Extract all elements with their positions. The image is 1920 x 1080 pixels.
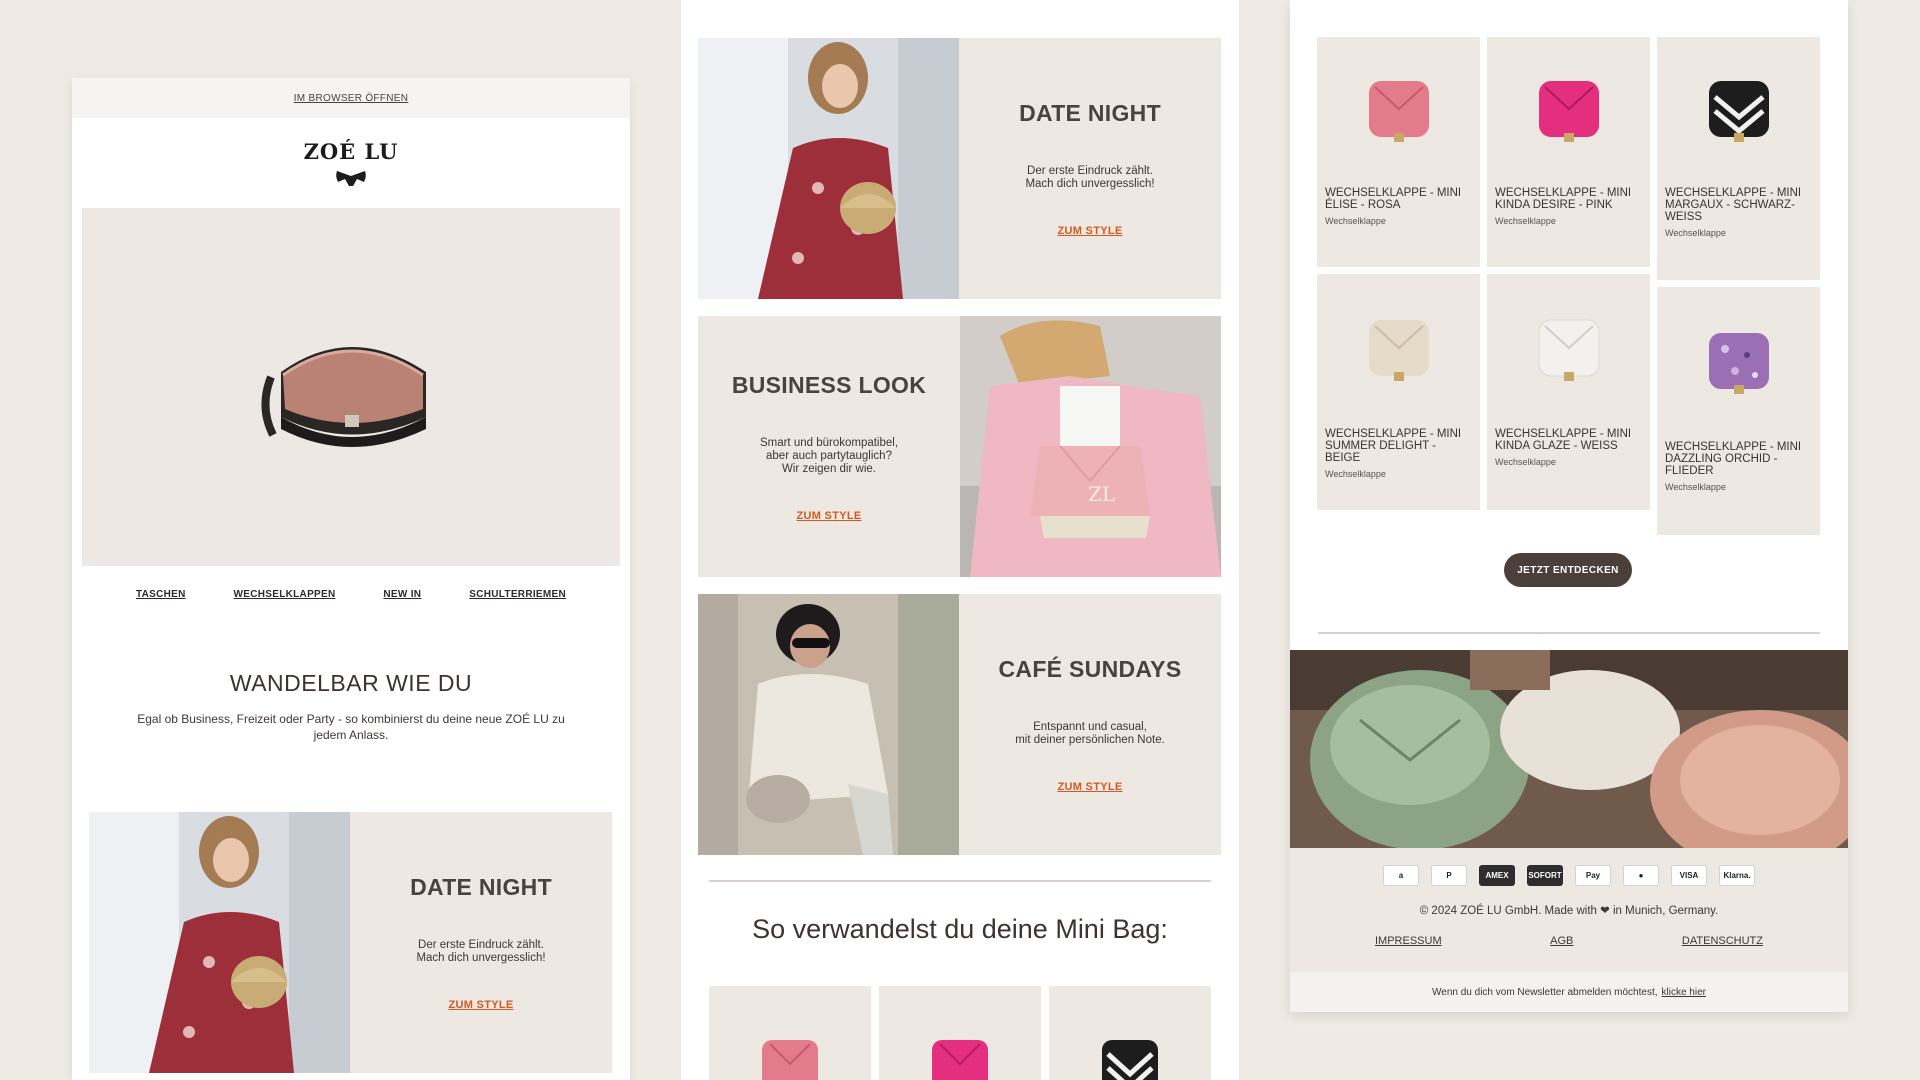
category-nav: TASCHEN WECHSELKLAPPEN NEW IN SCHULTERRI… xyxy=(72,566,630,622)
intro-section: WANDELBAR WIE DU Egal ob Business, Freiz… xyxy=(72,622,630,842)
mini-bag-preview-row xyxy=(709,986,1211,1080)
newsletter-preview-right: WECHSELKLAPPE - MINI ÉLISE - ROSA Wechse… xyxy=(1290,0,1848,1012)
cafe-sundays-style-link[interactable]: ZUM STYLE xyxy=(1057,781,1122,793)
flap-beige-image xyxy=(1368,320,1429,381)
apple-pay-icon: Pay xyxy=(1575,865,1611,886)
nav-schulterriemen[interactable]: SCHULTERRIEMEN xyxy=(469,589,566,600)
hero-image[interactable] xyxy=(82,208,620,566)
brand-logo[interactable]: ZOÉ LU xyxy=(304,139,399,164)
flap-rosa-image xyxy=(1368,81,1429,142)
section-divider xyxy=(709,880,1211,882)
browser-bar: IM BROWSER ÖFFNEN xyxy=(72,78,630,118)
product-category: Wechselklappe xyxy=(1325,216,1386,226)
date-night-style-link[interactable]: ZUM STYLE xyxy=(1057,225,1122,237)
style-block-cafe-sundays: CAFÉ SUNDAYS Entspannt und casual, mit d… xyxy=(698,594,1221,855)
style-block-date-night: DATE NIGHT Der erste Eindruck zählt. Mac… xyxy=(89,812,612,1073)
style-block-business-look: BUSINESS LOOK Smart und bürokompatibel, … xyxy=(698,316,1221,577)
flap-lilac-image xyxy=(1708,333,1769,394)
footer-links: IMPRESSUM AGB DATENSCHUTZ xyxy=(1290,935,1848,947)
flap-pink-image xyxy=(1538,81,1599,142)
business-look-photo[interactable]: ZL xyxy=(960,316,1221,577)
datenschutz-link[interactable]: DATENSCHUTZ xyxy=(1682,935,1763,947)
payment-methods: a P AMEX SOFORT Pay ● VISA Klarna. xyxy=(1290,848,1848,886)
date-night-photo[interactable] xyxy=(698,38,959,299)
feature-bags-photo[interactable] xyxy=(1290,650,1848,848)
product-name: WECHSELKLAPPE - MINI KINDA DESIRE - PINK xyxy=(1495,187,1632,211)
product-category: Wechselklappe xyxy=(1665,228,1726,238)
impressum-link[interactable]: IMPRESSUM xyxy=(1375,935,1442,947)
cafe-sundays-text: Entspannt und casual, mit deiner persönl… xyxy=(1015,721,1165,746)
business-look-text: Smart und bürokompatibel, aber auch part… xyxy=(759,436,899,475)
klarna-icon: Klarna. xyxy=(1719,865,1755,886)
nav-new-in[interactable]: NEW IN xyxy=(383,589,421,600)
brand-header: ZOÉ LU xyxy=(72,118,630,208)
product-name: WECHSELKLAPPE - MINI SUMMER DELIGHT - BE… xyxy=(1325,428,1462,464)
product-card[interactable]: WECHSELKLAPPE - MINI KINDA DESIRE - PINK… xyxy=(1487,37,1650,267)
flap-white-image xyxy=(1538,319,1599,381)
mini-bag-tile[interactable] xyxy=(709,986,871,1080)
bow-logo-icon xyxy=(336,170,366,186)
footer: a P AMEX SOFORT Pay ● VISA Klarna. © 202… xyxy=(1290,848,1848,972)
copyright-text: © 2024 ZOÉ LU GmbH. Made with ❤ in Munic… xyxy=(1419,905,1719,917)
nav-wechselklappen[interactable]: WECHSELKLAPPEN xyxy=(234,589,336,600)
unsubscribe-link[interactable]: klicke hier xyxy=(1662,987,1706,998)
product-category: Wechselklappe xyxy=(1325,469,1386,479)
mini-bag-tile[interactable] xyxy=(879,986,1041,1080)
style-block-date-night: DATE NIGHT Der erste Eindruck zählt. Mac… xyxy=(698,38,1221,299)
business-look-style-link[interactable]: ZUM STYLE xyxy=(796,510,861,522)
date-night-title: DATE NIGHT xyxy=(410,874,552,900)
woman-red-dress-image xyxy=(698,38,959,299)
mastercard-icon: ● xyxy=(1623,865,1659,886)
product-name: WECHSELKLAPPE - MINI ÉLISE - ROSA xyxy=(1325,187,1462,211)
flap-black-white-image xyxy=(1102,1040,1158,1080)
cafe-sundays-title: CAFÉ SUNDAYS xyxy=(998,656,1182,682)
product-category: Wechselklappe xyxy=(1665,482,1726,492)
product-category: Wechselklappe xyxy=(1495,216,1556,226)
business-look-title: BUSINESS LOOK xyxy=(731,371,927,398)
product-card[interactable]: WECHSELKLAPPE - MINI ÉLISE - ROSA Wechse… xyxy=(1317,37,1480,267)
intro-title: WANDELBAR WIE DU xyxy=(229,670,473,696)
section-divider xyxy=(1318,632,1820,634)
product-name: WECHSELKLAPPE - MINI KINDA GLAZE - WEISS xyxy=(1495,428,1632,452)
newsletter-preview-left: IM BROWSER ÖFFNEN ZOÉ LU TASCHEN WECHSEL… xyxy=(72,78,630,1080)
amex-icon: AMEX xyxy=(1479,865,1515,886)
date-night-text: Der erste Eindruck zählt. Mach dich unve… xyxy=(1025,165,1155,190)
product-card[interactable]: WECHSELKLAPPE - MINI SUMMER DELIGHT - BE… xyxy=(1317,274,1480,510)
nav-taschen[interactable]: TASCHEN xyxy=(136,589,186,600)
product-card[interactable]: WECHSELKLAPPE - MINI DAZZLING ORCHID - F… xyxy=(1657,287,1820,535)
mini-bag-heading: So verwandelst du deine Mini Bag: xyxy=(752,914,1168,944)
unsubscribe-bar: Wenn du dich vom Newsletter abmelden möc… xyxy=(1290,972,1848,1012)
date-night-title: DATE NIGHT xyxy=(1019,100,1161,126)
product-category: Wechselklappe xyxy=(1495,457,1556,467)
amazon-pay-icon: a xyxy=(1383,865,1419,886)
newsletter-preview-middle: DATE NIGHT Der erste Eindruck zählt. Mac… xyxy=(681,0,1239,1080)
product-card[interactable]: WECHSELKLAPPE - MINI KINDA GLAZE - WEISS… xyxy=(1487,274,1650,510)
paypal-icon: P xyxy=(1431,865,1467,886)
woman-knit-sweater-image xyxy=(698,594,959,855)
product-card[interactable]: WECHSELKLAPPE - MINI MARGAUX - SCHWARZ-W… xyxy=(1657,37,1820,280)
svg-text:ZL: ZL xyxy=(1088,482,1115,506)
date-night-style-link[interactable]: ZUM STYLE xyxy=(448,999,513,1011)
woman-pink-blazer-image: ZL xyxy=(960,316,1221,577)
cafe-sundays-photo[interactable] xyxy=(698,594,959,855)
sofort-icon: SOFORT xyxy=(1527,865,1563,886)
flap-hot-pink-image xyxy=(932,1040,988,1080)
product-name: WECHSELKLAPPE - MINI MARGAUX - SCHWARZ-W… xyxy=(1665,187,1802,223)
visa-icon: VISA xyxy=(1671,865,1707,886)
open-in-browser-link[interactable]: IM BROWSER ÖFFNEN xyxy=(294,93,409,104)
saddle-bag-image xyxy=(261,347,426,447)
intro-text: Egal ob Business, Freizeit oder Party - … xyxy=(137,712,565,742)
flap-black-white-image xyxy=(1708,81,1769,142)
agb-link[interactable]: AGB xyxy=(1550,935,1573,947)
product-name: WECHSELKLAPPE - MINI DAZZLING ORCHID - F… xyxy=(1665,441,1802,477)
unsubscribe-text: Wenn du dich vom Newsletter abmelden möc… xyxy=(1432,986,1658,998)
product-grid: WECHSELKLAPPE - MINI ÉLISE - ROSA Wechse… xyxy=(1317,37,1821,535)
woman-red-dress-image xyxy=(89,812,350,1073)
mini-bag-tile[interactable] xyxy=(1049,986,1211,1080)
flap-pink-image xyxy=(762,1040,818,1080)
date-night-text: Der erste Eindruck zählt. Mach dich unve… xyxy=(416,939,546,964)
discover-now-button[interactable]: JETZT ENTDECKEN xyxy=(1504,553,1632,587)
bags-closeup-image xyxy=(1290,650,1848,848)
date-night-photo[interactable] xyxy=(89,812,350,1073)
